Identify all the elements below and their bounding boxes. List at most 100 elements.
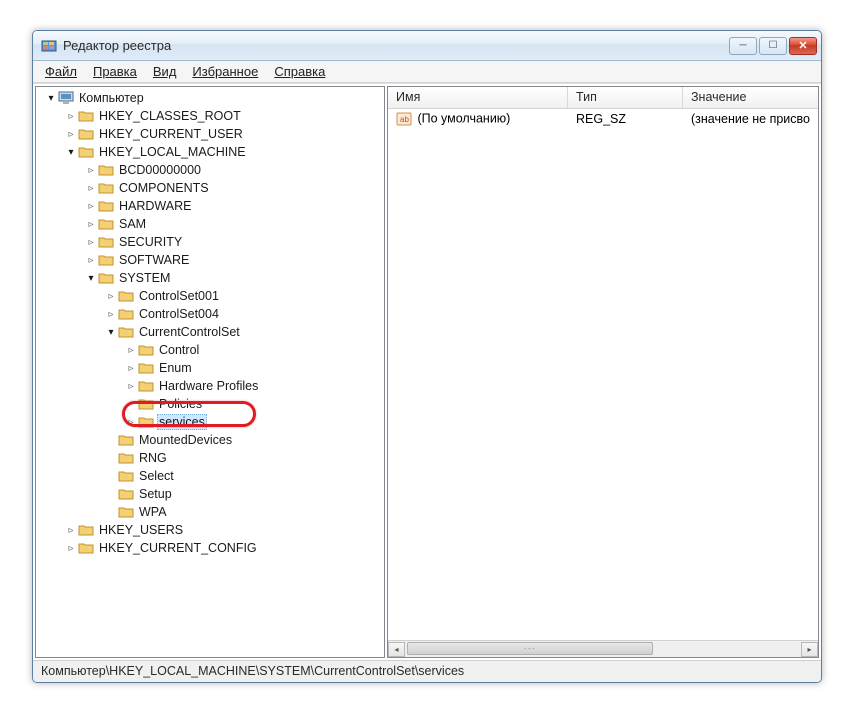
tree-node-setup[interactable]: Setup — [36, 485, 384, 503]
collapse-icon[interactable]: ▾ — [44, 91, 58, 105]
col-name[interactable]: Имя — [388, 87, 568, 108]
expand-icon[interactable]: ▹ — [64, 541, 78, 555]
expand-icon[interactable]: ▹ — [124, 415, 138, 429]
minimize-button[interactable]: ─ — [729, 37, 757, 55]
folder-icon — [78, 108, 94, 124]
tree-node-hkcr[interactable]: ▹ HKEY_CLASSES_ROOT — [36, 107, 384, 125]
tree-node-hardware[interactable]: ▹ HARDWARE — [36, 197, 384, 215]
folder-icon — [78, 126, 94, 142]
tree-node-hkcc[interactable]: ▹ HKEY_CURRENT_CONFIG — [36, 539, 384, 557]
expand-icon[interactable]: ▹ — [124, 343, 138, 357]
string-value-icon: ab — [396, 111, 412, 127]
expand-icon[interactable]: ▹ — [84, 217, 98, 231]
col-type[interactable]: Тип — [568, 87, 683, 108]
menubar: Файл Правка Вид Избранное Справка — [33, 61, 821, 83]
tree-node-computer[interactable]: ▾ Компьютер — [36, 89, 384, 107]
status-path: Компьютер\HKEY_LOCAL_MACHINE\SYSTEM\Curr… — [41, 664, 464, 678]
folder-icon — [98, 162, 114, 178]
expand-icon[interactable]: ▹ — [64, 127, 78, 141]
col-value[interactable]: Значение — [683, 87, 818, 108]
tree-node-ccs[interactable]: ▾ CurrentControlSet — [36, 323, 384, 341]
folder-icon — [98, 234, 114, 250]
folder-icon — [138, 414, 154, 430]
list-row-default[interactable]: ab (По умолчанию) REG_SZ (значение не пр… — [388, 109, 818, 129]
folder-icon — [118, 450, 134, 466]
expand-icon[interactable]: ▹ — [124, 379, 138, 393]
tree-node-security[interactable]: ▹ SECURITY — [36, 233, 384, 251]
menu-view[interactable]: Вид — [147, 62, 183, 81]
expand-icon[interactable]: ▹ — [84, 235, 98, 249]
folder-icon — [78, 540, 94, 556]
tree-node-components[interactable]: ▹ COMPONENTS — [36, 179, 384, 197]
values-pane: Имя Тип Значение ab (По умолчанию) REG_S… — [387, 86, 819, 658]
menu-edit[interactable]: Правка — [87, 62, 143, 81]
window-title: Редактор реестра — [63, 38, 729, 53]
tree-node-policies[interactable]: Policies — [36, 395, 384, 413]
folder-icon — [98, 198, 114, 214]
expand-icon[interactable]: ▹ — [84, 199, 98, 213]
close-button[interactable]: ✕ — [789, 37, 817, 55]
folder-icon — [78, 144, 94, 160]
tree-node-rng[interactable]: RNG — [36, 449, 384, 467]
folder-icon — [98, 252, 114, 268]
scroll-thumb[interactable]: ··· — [407, 642, 653, 655]
tree-node-hklm[interactable]: ▾ HKEY_LOCAL_MACHINE — [36, 143, 384, 161]
value-type: REG_SZ — [568, 112, 683, 126]
expand-icon[interactable]: ▹ — [64, 523, 78, 537]
tree-node-cs001[interactable]: ▹ ControlSet001 — [36, 287, 384, 305]
content-area: ▾ Компьютер ▹ HKEY_CLASSES_ROOT ▹ HKEY_C… — [33, 83, 821, 660]
horizontal-scrollbar[interactable]: ◂ ··· ▸ — [388, 640, 818, 657]
value-data: (значение не присво — [683, 112, 818, 126]
folder-icon — [118, 288, 134, 304]
scroll-right-button[interactable]: ▸ — [801, 642, 818, 657]
folder-icon — [118, 468, 134, 484]
scroll-track[interactable]: ··· — [405, 642, 801, 657]
tree-node-wpa[interactable]: WPA — [36, 503, 384, 521]
app-icon — [41, 38, 57, 54]
collapse-icon[interactable]: ▾ — [84, 271, 98, 285]
expand-icon[interactable]: ▹ — [84, 163, 98, 177]
expand-icon[interactable]: ▹ — [84, 253, 98, 267]
expand-icon[interactable]: ▹ — [104, 289, 118, 303]
titlebar[interactable]: Редактор реестра ─ ☐ ✕ — [33, 31, 821, 61]
tree-node-sam[interactable]: ▹ SAM — [36, 215, 384, 233]
collapse-icon[interactable]: ▾ — [104, 325, 118, 339]
scroll-left-button[interactable]: ◂ — [388, 642, 405, 657]
tree-node-software[interactable]: ▹ SOFTWARE — [36, 251, 384, 269]
folder-icon — [98, 270, 114, 286]
tree-node-mounteddevices[interactable]: MountedDevices — [36, 431, 384, 449]
menu-file[interactable]: Файл — [39, 62, 83, 81]
menu-favorites[interactable]: Избранное — [186, 62, 264, 81]
tree-node-hku[interactable]: ▹ HKEY_USERS — [36, 521, 384, 539]
svg-text:ab: ab — [400, 115, 409, 124]
list-body[interactable]: ab (По умолчанию) REG_SZ (значение не пр… — [388, 109, 818, 640]
menu-help[interactable]: Справка — [268, 62, 331, 81]
folder-icon — [118, 432, 134, 448]
tree-node-system[interactable]: ▾ SYSTEM — [36, 269, 384, 287]
tree-node-enum[interactable]: ▹ Enum — [36, 359, 384, 377]
folder-icon — [118, 306, 134, 322]
tree-node-cs004[interactable]: ▹ ControlSet004 — [36, 305, 384, 323]
value-name: (По умолчанию) — [417, 111, 510, 125]
tree-node-select[interactable]: Select — [36, 467, 384, 485]
collapse-icon[interactable]: ▾ — [64, 145, 78, 159]
folder-icon — [98, 216, 114, 232]
computer-icon — [58, 90, 74, 106]
tree-node-services[interactable]: ▹ services — [36, 413, 384, 431]
tree-pane[interactable]: ▾ Компьютер ▹ HKEY_CLASSES_ROOT ▹ HKEY_C… — [35, 86, 385, 658]
folder-icon — [138, 396, 154, 412]
folder-icon — [98, 180, 114, 196]
expand-icon[interactable]: ▹ — [84, 181, 98, 195]
tree-node-hkcu[interactable]: ▹ HKEY_CURRENT_USER — [36, 125, 384, 143]
folder-icon — [78, 522, 94, 538]
tree-node-hwprofiles[interactable]: ▹ Hardware Profiles — [36, 377, 384, 395]
expand-icon[interactable]: ▹ — [64, 109, 78, 123]
statusbar: Компьютер\HKEY_LOCAL_MACHINE\SYSTEM\Curr… — [33, 660, 821, 682]
folder-icon — [138, 360, 154, 376]
tree-node-bcd[interactable]: ▹ BCD00000000 — [36, 161, 384, 179]
expand-icon[interactable]: ▹ — [104, 307, 118, 321]
tree-node-control[interactable]: ▹ Control — [36, 341, 384, 359]
folder-icon — [138, 342, 154, 358]
expand-icon[interactable]: ▹ — [124, 361, 138, 375]
maximize-button[interactable]: ☐ — [759, 37, 787, 55]
